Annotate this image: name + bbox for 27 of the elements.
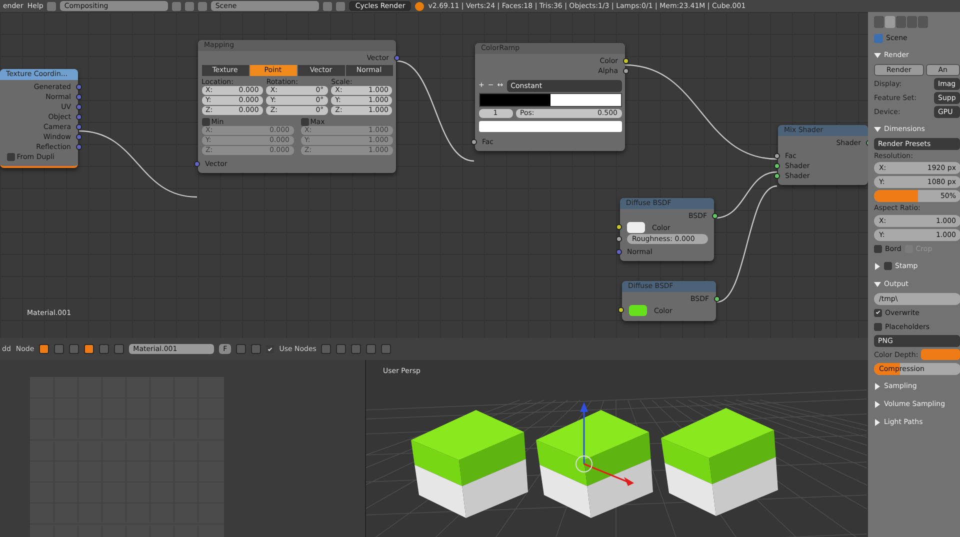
checkbox[interactable] [266,345,274,353]
checkbox[interactable] [874,244,882,253]
node-socket[interactable] [471,138,477,145]
node-socket[interactable] [714,296,720,302]
node-socket[interactable] [194,161,200,168]
node-socket[interactable] [394,55,400,61]
color-ramp-gradient[interactable] [478,93,622,108]
checkbox[interactable] [874,322,882,331]
checkbox[interactable] [7,153,15,161]
checkbox[interactable] [300,118,308,126]
checkbox[interactable] [202,118,210,126]
expand-arrow-icon[interactable] [874,400,881,408]
node-socket[interactable] [616,249,622,255]
checkbox[interactable] [884,262,892,270]
expand-arrow-icon[interactable] [874,382,881,390]
collapse-arrow-icon[interactable] [874,52,881,59]
collapse-arrow-icon[interactable] [874,126,881,133]
color-swatch[interactable] [627,222,645,233]
node-socket[interactable] [712,213,718,219]
checkbox[interactable] [874,308,882,317]
color-swatch[interactable] [478,120,622,132]
expand-arrow-icon[interactable] [874,418,881,426]
collapse-arrow-icon[interactable] [874,280,881,288]
color-depth-toggle[interactable] [921,349,960,360]
color-swatch[interactable] [629,305,647,316]
expand-arrow-icon[interactable] [874,262,881,270]
node-socket[interactable] [618,307,624,313]
